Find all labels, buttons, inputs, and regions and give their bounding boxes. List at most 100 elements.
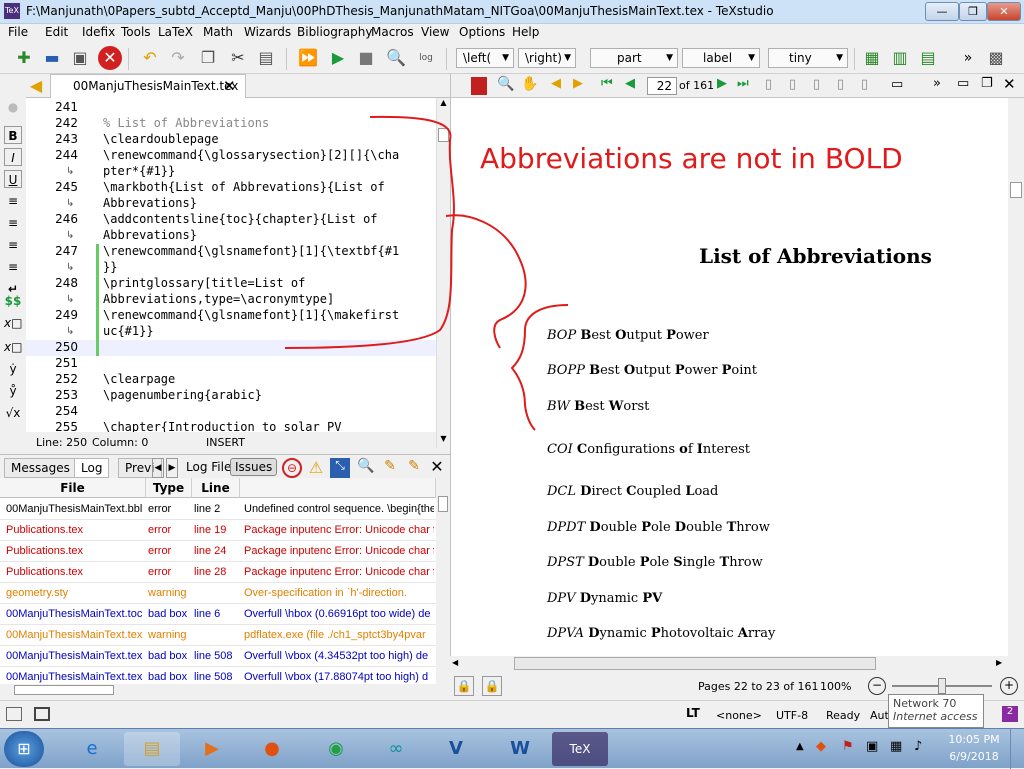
scroll-thumb[interactable] bbox=[14, 685, 114, 695]
log-row[interactable]: 00ManjuThesisMainText.bbl error line 2 Unde… bbox=[0, 499, 436, 520]
code-line[interactable]: 241 bbox=[26, 100, 436, 116]
log-row[interactable]: 00ManjuThesisMainText.toc bad box line 6 Ov… bbox=[0, 604, 436, 625]
start-button[interactable]: ⊞ bbox=[4, 731, 44, 767]
tray-app-icon[interactable]: ◆ bbox=[816, 739, 826, 754]
code-line[interactable]: 255 \chapter{Introduction to solar PV bbox=[26, 420, 436, 432]
scroll-left-icon[interactable]: ◀ bbox=[452, 658, 458, 667]
scroll-thumb[interactable] bbox=[438, 496, 448, 512]
redo-icon[interactable]: ↷ bbox=[166, 46, 190, 70]
new-file-icon[interactable]: ✚ bbox=[12, 46, 36, 70]
show-desktop-button[interactable] bbox=[1010, 729, 1024, 769]
minimize-button[interactable]: — bbox=[925, 2, 959, 21]
tray-device-icon[interactable]: ▣ bbox=[866, 739, 878, 754]
code-line[interactable]: 244 \renewcommand{\glossarysection}[2][]{… bbox=[26, 148, 436, 164]
column-header-file[interactable]: File bbox=[0, 478, 146, 498]
code-line[interactable]: ↳ Abbrevations} bbox=[26, 228, 436, 244]
view-log-icon[interactable]: log bbox=[414, 46, 438, 70]
zoom-in-icon[interactable]: + bbox=[1000, 677, 1018, 695]
code-editor[interactable]: 241 242 % List of Abbreviations 243 \cleardo… bbox=[26, 98, 436, 432]
scroll-right-icon[interactable]: ▶ bbox=[996, 658, 1002, 667]
references-combo[interactable]: label ▼ bbox=[682, 48, 760, 68]
close-pdf-icon[interactable]: ✕ bbox=[1003, 75, 1016, 93]
scroll-up-icon[interactable]: ▲ bbox=[437, 98, 450, 110]
zoom-log-icon[interactable]: 🔍 bbox=[356, 458, 376, 478]
encoding-selector[interactable]: UTF-8 bbox=[776, 709, 808, 722]
notification-icon[interactable]: 2 bbox=[1002, 706, 1018, 722]
tabs-scroll-left-icon[interactable]: ◀ bbox=[152, 458, 164, 478]
open-file-icon[interactable]: ▬ bbox=[40, 46, 64, 70]
errors-filter-icon[interactable]: ⊖ bbox=[282, 458, 302, 478]
issues-button[interactable]: Issues bbox=[230, 458, 278, 476]
code-line[interactable]: 242 % List of Abbreviations bbox=[26, 116, 436, 132]
two-pages-icon[interactable]: ▯ bbox=[813, 77, 820, 92]
size-combo[interactable]: tiny ▼ bbox=[768, 48, 848, 68]
column-header-message[interactable] bbox=[240, 478, 436, 498]
subscript-icon[interactable]: x□ bbox=[4, 314, 22, 332]
tab-messages[interactable]: Messages bbox=[4, 458, 77, 478]
clock-time[interactable]: 10:05 PM bbox=[946, 733, 1002, 746]
single-page-icon[interactable]: ▯ bbox=[765, 77, 772, 92]
fit-width-icon[interactable]: ▯ bbox=[837, 77, 844, 92]
pdf-vertical-scrollbar[interactable] bbox=[1008, 98, 1024, 658]
code-line[interactable]: ↳ pter*{#1}} bbox=[26, 164, 436, 180]
menu-help[interactable]: Help bbox=[512, 25, 539, 39]
build-view-icon[interactable]: ⏩ bbox=[296, 46, 320, 70]
languagetool-icon[interactable]: LT bbox=[686, 706, 700, 720]
code-line[interactable]: ↳}} bbox=[26, 260, 436, 276]
undo-icon[interactable]: ↶ bbox=[138, 46, 162, 70]
clock-date[interactable]: 6/9/2018 bbox=[946, 750, 1002, 763]
fit-page-icon[interactable]: ▯ bbox=[861, 77, 868, 92]
save-icon[interactable]: ▣ bbox=[68, 46, 92, 70]
menu-view[interactable]: View bbox=[421, 25, 449, 39]
toggle-structure-icon[interactable] bbox=[6, 707, 22, 721]
word-icon[interactable]: W bbox=[492, 732, 548, 766]
last-page-icon[interactable]: ⏭ bbox=[737, 76, 749, 91]
log-row[interactable]: 00ManjuThesisMainText.tex warning pdflatex… bbox=[0, 625, 436, 646]
code-line[interactable]: 253 \pagenumbering{arabic} bbox=[26, 388, 436, 404]
copy-icon[interactable]: ❐ bbox=[196, 46, 220, 70]
maximize-button[interactable]: ❐ bbox=[959, 2, 987, 21]
column-icon[interactable]: ▥ bbox=[888, 46, 912, 70]
continuous-icon[interactable]: ▯ bbox=[789, 77, 796, 92]
right-delimiter-combo[interactable]: \right) ▼ bbox=[518, 48, 576, 68]
cut-icon[interactable]: ✂ bbox=[226, 46, 250, 70]
left-delimiter-combo[interactable]: \left(▼ bbox=[456, 48, 514, 68]
collapse-icon[interactable]: ● bbox=[4, 98, 22, 116]
close-tab-icon[interactable]: ✕ bbox=[223, 77, 236, 95]
superscript-icon[interactable]: x□ bbox=[4, 338, 22, 356]
code-line[interactable]: 246 \addcontentsline{toc}{chapter}{List o… bbox=[26, 212, 436, 228]
column-header-line[interactable]: Line bbox=[192, 478, 240, 498]
code-line[interactable]: 251 bbox=[26, 356, 436, 372]
code-line[interactable]: 243 \cleardoublepage bbox=[26, 132, 436, 148]
menu-math[interactable]: Math bbox=[203, 25, 233, 39]
toggle-messages-icon[interactable] bbox=[34, 707, 50, 721]
tray-flag-icon[interactable]: ⚑ bbox=[842, 739, 854, 754]
scroll-thumb[interactable] bbox=[514, 657, 876, 670]
visio-icon[interactable]: V bbox=[428, 732, 484, 766]
align-left-icon[interactable]: ≡ bbox=[4, 192, 22, 210]
log-row[interactable]: Publications.tex error line 19 Package inpu… bbox=[0, 520, 436, 541]
log-row[interactable]: geometry.sty warning Over-specification in… bbox=[0, 583, 436, 604]
underline-icon[interactable]: U bbox=[4, 170, 22, 188]
tray-network-icon[interactable]: ▦ bbox=[890, 739, 902, 754]
justify-icon[interactable]: ≡ bbox=[4, 258, 22, 276]
language-selector[interactable]: <none> bbox=[716, 709, 762, 722]
lock-icon[interactable]: 🔒 bbox=[454, 676, 474, 696]
file-explorer-icon[interactable]: ▤ bbox=[124, 732, 180, 766]
first-page-icon[interactable]: ⏮ bbox=[601, 76, 613, 91]
view-pdf-icon[interactable]: 🔍 bbox=[384, 46, 408, 70]
italic-icon[interactable]: I bbox=[4, 148, 22, 166]
log-file-button[interactable]: Log File bbox=[186, 460, 231, 474]
prev-page-icon[interactable]: ◀ bbox=[625, 76, 635, 91]
pdf-horizontal-scrollbar[interactable]: ◀ ▶ bbox=[450, 656, 1024, 672]
code-line[interactable]: 247 \renewcommand{\glsnamefont}[1]{\textb… bbox=[26, 244, 436, 260]
back-arrow-icon[interactable]: ◀ bbox=[26, 76, 46, 96]
code-line[interactable]: 250 bbox=[26, 340, 436, 356]
badbox-filter-icon[interactable]: ⤡ bbox=[330, 458, 350, 478]
code-line[interactable]: 254 bbox=[26, 404, 436, 420]
log-vertical-scrollbar[interactable] bbox=[436, 478, 450, 684]
log-row[interactable]: Publications.tex error line 24 Package inpu… bbox=[0, 541, 436, 562]
undock-icon[interactable]: ▭ bbox=[957, 76, 969, 91]
next-page-icon[interactable]: ▶ bbox=[717, 76, 727, 91]
page-number-input[interactable]: 22 bbox=[647, 77, 677, 95]
